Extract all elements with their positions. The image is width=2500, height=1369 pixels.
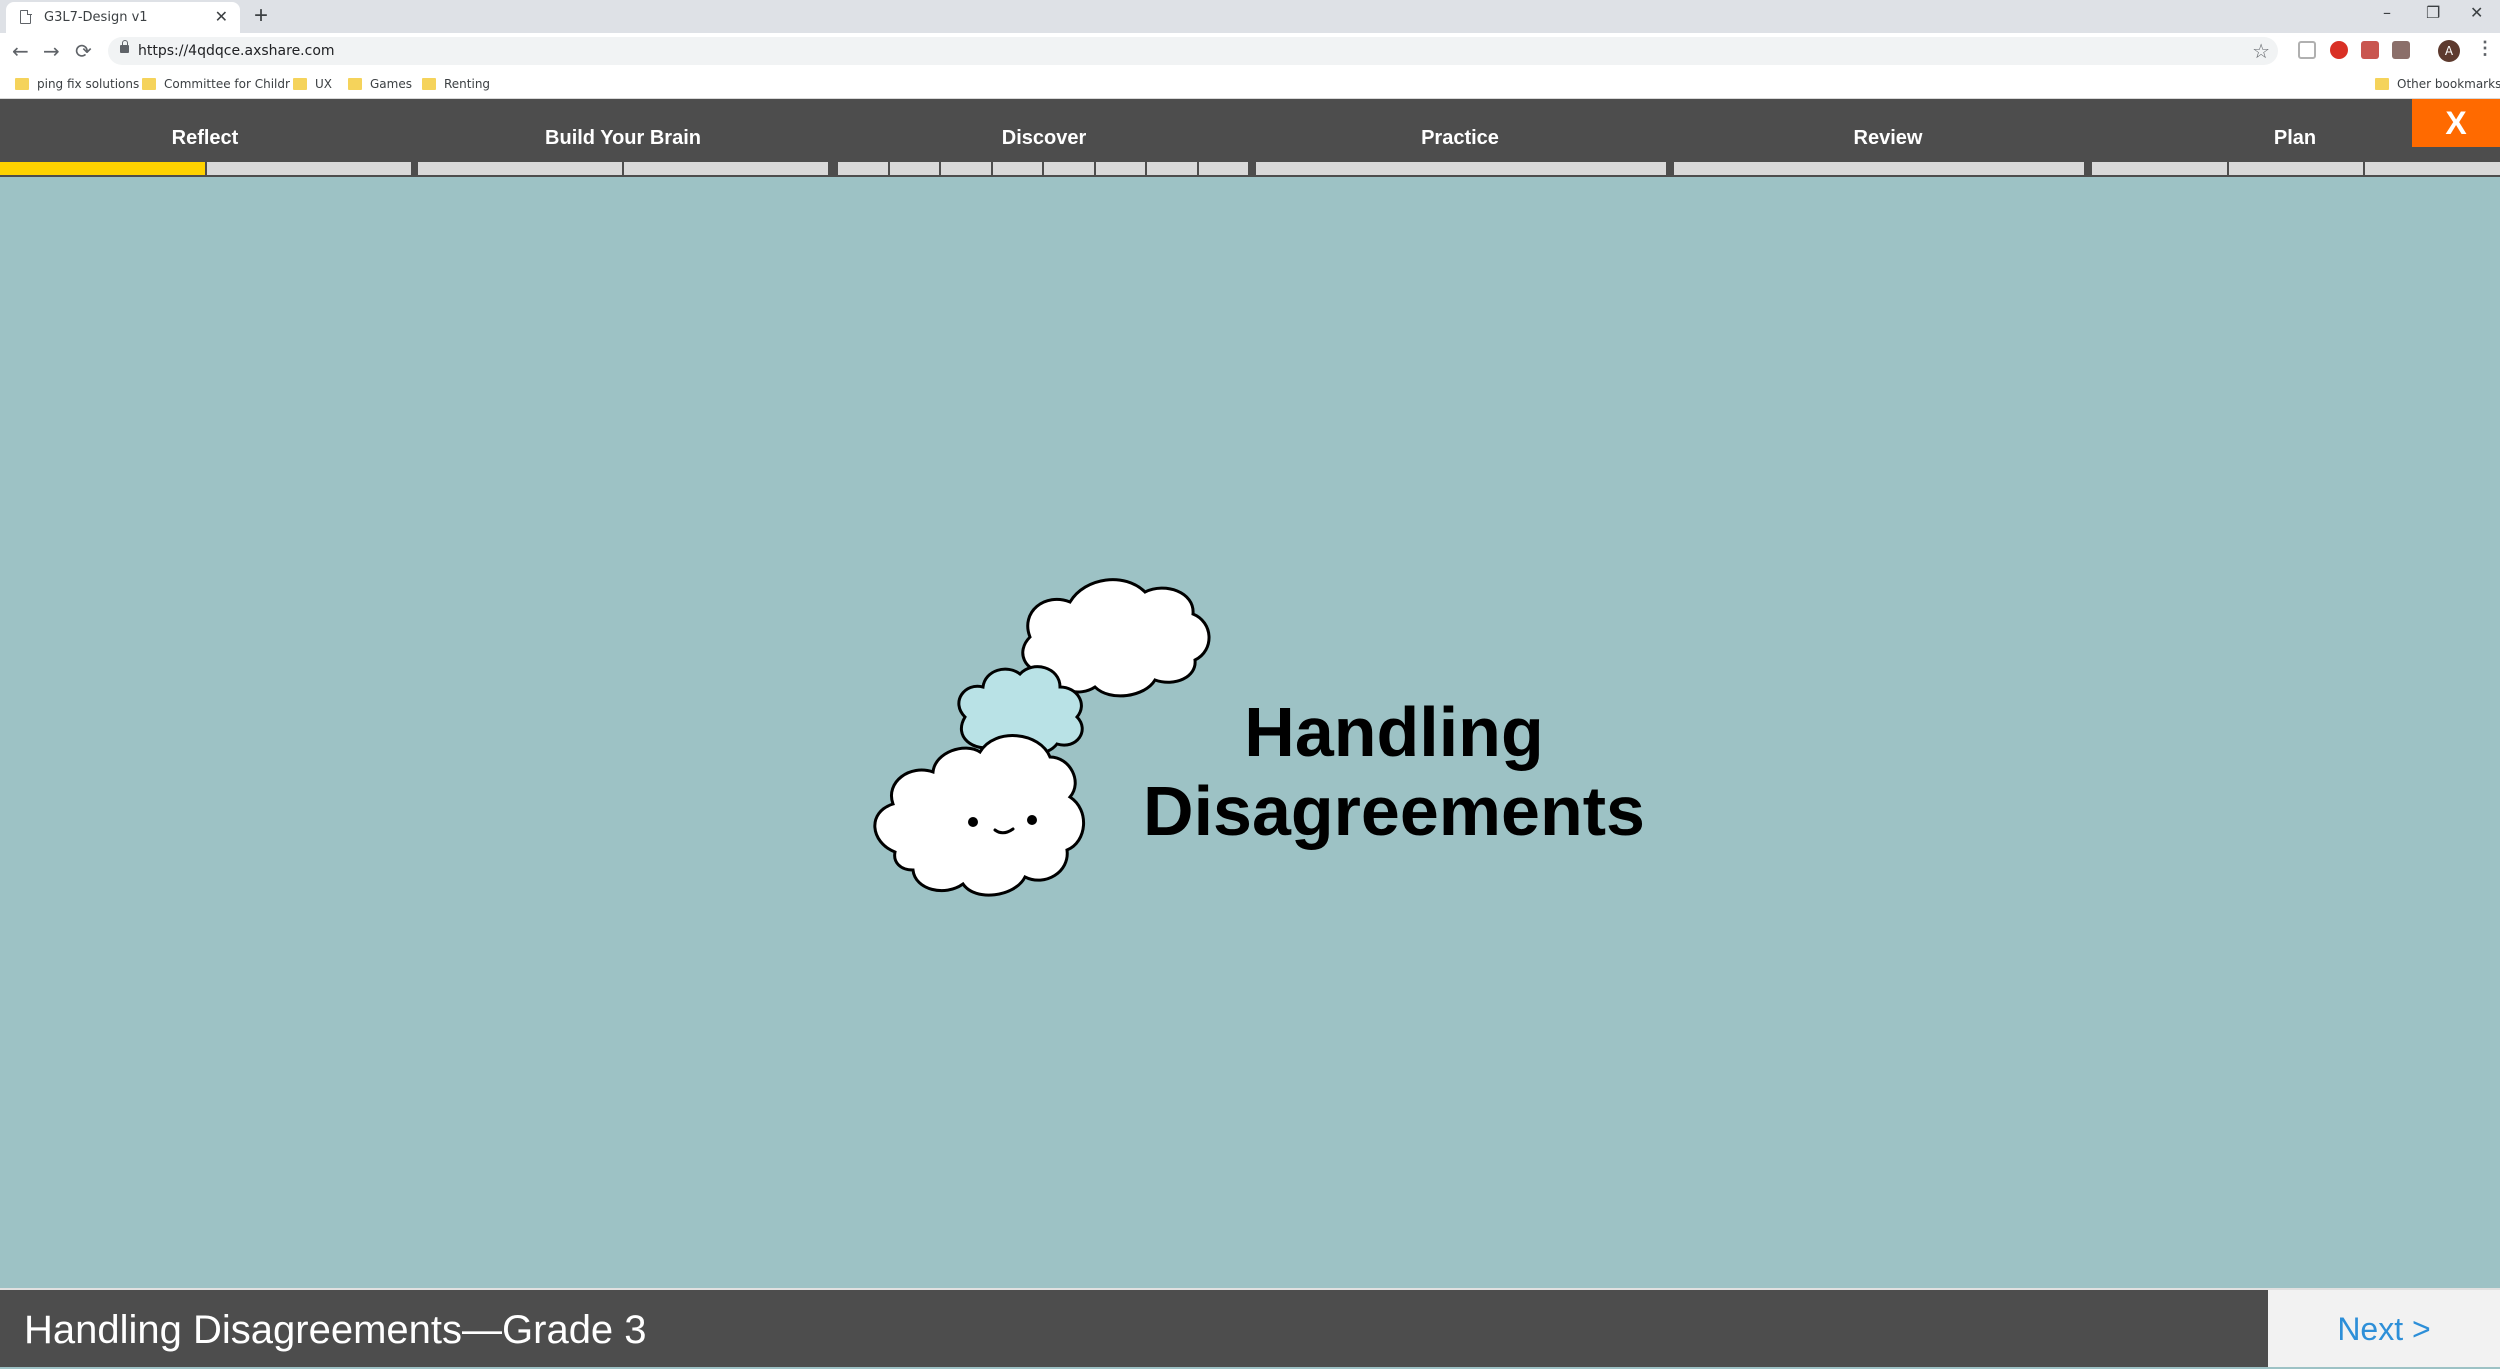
bookmark-item[interactable]: ping fix solutions [15,75,139,93]
tab-review[interactable]: Review [1854,127,1923,150]
mail-extension-icon[interactable] [2361,41,2379,59]
close-lesson-button[interactable]: X [2412,99,2500,147]
progress-reflect [0,162,411,175]
tab-title: G3L7-Design v1 [44,10,148,25]
clouds-illustration [873,578,1211,897]
folder-icon [422,78,436,90]
progress-segment [624,162,828,175]
lesson-title-line1: Handling [1244,693,1544,771]
cloud-right-eye [1027,815,1037,825]
profile-avatar[interactable]: A [2438,40,2460,62]
progress-segment [2228,162,2364,175]
browser-toolbar: ← → ⟳ https://4qdqce.axshare.com ☆ A ⋮ [0,33,2500,69]
bookmarks-bar: ping fix solutions Committee for Childr … [0,69,2500,99]
lesson-title-line2: Disagreements [1143,772,1645,850]
browser-tab[interactable]: G3L7-Design v1 ✕ [6,2,240,33]
progress-review [1674,162,2084,175]
tab-build-your-brain[interactable]: Build Your Brain [545,127,701,150]
url-text[interactable]: https://4qdqce.axshare.com [138,43,335,59]
progress-segment [1256,162,1666,175]
progress-segment [1198,162,1248,175]
lesson-nav: Reflect Build Your Brain Discover Practi… [0,99,2500,177]
progress-segment [1674,162,2084,175]
window-close-icon[interactable]: ✕ [2470,3,2483,22]
footer-title: Handling Disagreements—Grade 3 [24,1308,647,1352]
progress-segment [1147,162,1197,175]
cloud-left-eye [968,817,978,827]
bookmark-item[interactable]: Renting [422,75,490,93]
folder-icon [142,78,156,90]
progress-segment [992,162,1042,175]
footer-bar: Handling Disagreements—Grade 3 [0,1288,2268,1367]
tab-discover[interactable]: Discover [1002,127,1087,150]
folder-icon [293,78,307,90]
progress-segment [1095,162,1145,175]
browser-tabstrip: G3L7-Design v1 ✕ + – ❐ ✕ [0,0,2500,33]
progress-discover [838,162,1248,175]
folder-icon [348,78,362,90]
face-cloud [873,734,1086,897]
bookmark-star-icon[interactable]: ☆ [2252,39,2270,64]
page-icon [20,9,32,24]
progress-segment [2092,162,2227,175]
progress-plan [2092,162,2500,175]
lesson-footer: Handling Disagreements—Grade 3 Next > [0,1288,2500,1367]
opera-extension-icon[interactable] [2330,41,2348,59]
next-button[interactable]: Next > [2268,1288,2500,1367]
bookmark-item[interactable]: Games [348,75,412,93]
pdf-extension-icon[interactable] [2392,41,2410,59]
other-bookmarks[interactable]: Other bookmarks [2375,75,2500,93]
back-icon[interactable]: ← [12,39,29,63]
progress-segment [2365,162,2500,175]
folder-icon [2375,78,2389,90]
browser-menu-icon[interactable]: ⋮ [2476,38,2494,59]
reload-icon[interactable]: ⟳ [75,39,92,63]
forward-icon[interactable]: → [43,39,60,63]
progress-segment [418,162,622,175]
progress-build-your-brain [418,162,828,175]
progress-segment [206,162,411,175]
bookmark-item[interactable]: Committee for Childr [142,75,290,93]
progress-segment [838,162,888,175]
bookmark-item[interactable]: UX [293,75,332,93]
new-tab-button[interactable]: + [254,2,268,30]
progress-segment [941,162,991,175]
lesson-stage: Handling Disagreements [0,177,2500,1288]
restore-icon[interactable]: ❐ [2426,3,2440,22]
progress-segment [889,162,939,175]
minimize-icon[interactable]: – [2383,3,2391,22]
address-bar[interactable]: https://4qdqce.axshare.com ☆ [108,37,2278,65]
tab-plan[interactable]: Plan [2274,127,2316,150]
progress-segment [1044,162,1094,175]
extension-icon[interactable] [2298,41,2316,59]
folder-icon [15,78,29,90]
progress-segment [0,162,205,175]
tab-close-icon[interactable]: ✕ [215,7,228,27]
tab-reflect[interactable]: Reflect [172,127,239,150]
lock-icon [120,40,129,53]
progress-practice [1256,162,1666,175]
tab-practice[interactable]: Practice [1421,127,1499,150]
